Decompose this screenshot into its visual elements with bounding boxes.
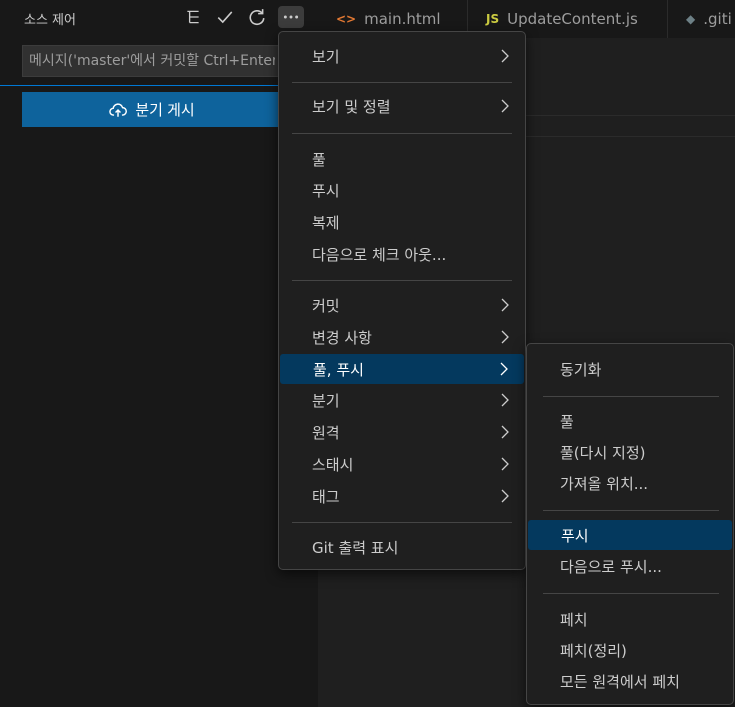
menu-separator (292, 133, 512, 134)
submenu-item-pull-rebase[interactable]: 풀(다시 지정) (527, 437, 733, 467)
editor-divider (526, 136, 735, 137)
menu-item-branch[interactable]: 분기 (279, 385, 525, 415)
git-file-icon: ◆ (686, 12, 696, 26)
menu-separator (292, 522, 512, 523)
menu-item-label: 복제 (312, 213, 340, 232)
submenu-item-fetch-all[interactable]: 모든 원격에서 페치 (527, 666, 733, 696)
submenu-item-push-to[interactable]: 다음으로 푸시... (527, 551, 733, 581)
menu-item-label: 푸시 (312, 181, 340, 200)
submenu-item-push[interactable]: 푸시 (528, 520, 732, 550)
menu-separator (543, 396, 719, 397)
menu-item-label: 풀 (312, 150, 326, 169)
menu-item-show-git-output[interactable]: Git 출력 표시 (279, 532, 525, 562)
menu-item-label: 풀 (560, 412, 574, 431)
menu-separator (292, 82, 512, 83)
menu-item-label: 동기화 (560, 360, 602, 379)
menu-item-label: 다음으로 푸시... (560, 557, 662, 576)
chevron-right-icon (499, 48, 511, 64)
submenu-item-pull-from[interactable]: 가져올 위치... (527, 468, 733, 498)
cloud-upload-icon (109, 102, 128, 117)
menu-item-remote[interactable]: 원격 (279, 417, 525, 447)
chevron-right-icon (499, 488, 511, 504)
chevron-right-icon (499, 329, 511, 345)
menu-separator (543, 593, 719, 594)
menu-item-tags[interactable]: 태그 (279, 481, 525, 511)
menu-item-label: 풀, 푸시 (313, 360, 364, 379)
menu-item-label: 커밋 (312, 296, 340, 315)
menu-item-label: 스태시 (312, 455, 354, 474)
menu-item-label: 가져올 위치... (560, 474, 649, 493)
tab-label: main.html (364, 10, 441, 28)
menu-item-checkout[interactable]: 다음으로 체크 아웃... (279, 239, 525, 269)
js-file-icon: JS (486, 12, 500, 26)
editor-divider (526, 115, 735, 116)
menu-item-label: 보기 (312, 47, 340, 66)
submenu-item-sync[interactable]: 동기화 (527, 354, 733, 384)
menu-item-label: 분기 (312, 391, 340, 410)
more-actions-menu: 보기 보기 및 정렬 풀 푸시 복제 다음으로 체크 아웃... 커밋 변경 사… (278, 31, 526, 570)
tab-label: UpdateContent.js (507, 10, 638, 28)
publish-branch-button[interactable]: 분기 게시 (22, 92, 282, 127)
menu-item-label: 페치 (560, 610, 588, 629)
menu-item-clone[interactable]: 복제 (279, 207, 525, 237)
focus-border (0, 85, 318, 86)
menu-item-label: 변경 사항 (312, 328, 372, 347)
menu-item-label: 원격 (312, 423, 340, 442)
publish-branch-label: 분기 게시 (135, 102, 195, 119)
chevron-right-icon (499, 456, 511, 472)
menu-item-pull-push[interactable]: 풀, 푸시 (280, 354, 524, 384)
submenu-item-pull[interactable]: 풀 (527, 406, 733, 436)
tab-label: .giti (703, 10, 732, 28)
chevron-right-icon (499, 98, 511, 114)
more-actions-icon[interactable] (278, 6, 304, 28)
pull-push-submenu: 동기화 풀 풀(다시 지정) 가져올 위치... 푸시 다음으로 푸시... 페… (526, 343, 734, 705)
chevron-right-icon (499, 392, 511, 408)
menu-item-label: 모든 원격에서 페치 (560, 672, 680, 691)
html-file-icon: <> (336, 12, 357, 26)
menu-item-pull[interactable]: 풀 (279, 144, 525, 174)
chevron-right-icon (499, 424, 511, 440)
chevron-right-icon (499, 297, 511, 313)
source-control-panel: 소스 제어 분기 게시 (0, 0, 318, 707)
chevron-right-icon (498, 361, 510, 377)
commit-check-icon[interactable] (214, 6, 236, 28)
view-as-tree-icon[interactable] (182, 6, 204, 28)
menu-item-label: 태그 (312, 487, 340, 506)
commit-message-input[interactable] (22, 45, 282, 77)
menu-item-label: Git 출력 표시 (312, 538, 399, 557)
submenu-item-fetch[interactable]: 페치 (527, 604, 733, 634)
menu-item-label: 풀(다시 지정) (560, 443, 646, 462)
menu-item-label: 페치(정리) (560, 641, 627, 660)
menu-item-commit[interactable]: 커밋 (279, 290, 525, 320)
menu-separator (292, 280, 512, 281)
menu-separator (543, 510, 719, 511)
refresh-icon[interactable] (246, 6, 268, 28)
scm-title: 소스 제어 (24, 13, 76, 28)
submenu-item-fetch-prune[interactable]: 페치(정리) (527, 635, 733, 665)
menu-item-view[interactable]: 보기 (279, 41, 525, 71)
tab-gitignore[interactable]: ◆ .giti (668, 0, 735, 38)
menu-item-stash[interactable]: 스태시 (279, 449, 525, 479)
scm-header: 소스 제어 (0, 0, 318, 36)
menu-item-view-sort[interactable]: 보기 및 정렬 (279, 91, 525, 121)
menu-item-push[interactable]: 푸시 (279, 175, 525, 205)
menu-item-label: 푸시 (561, 526, 589, 545)
menu-item-changes[interactable]: 변경 사항 (279, 322, 525, 352)
menu-item-label: 다음으로 체크 아웃... (312, 245, 447, 264)
menu-item-label: 보기 및 정렬 (312, 97, 391, 116)
